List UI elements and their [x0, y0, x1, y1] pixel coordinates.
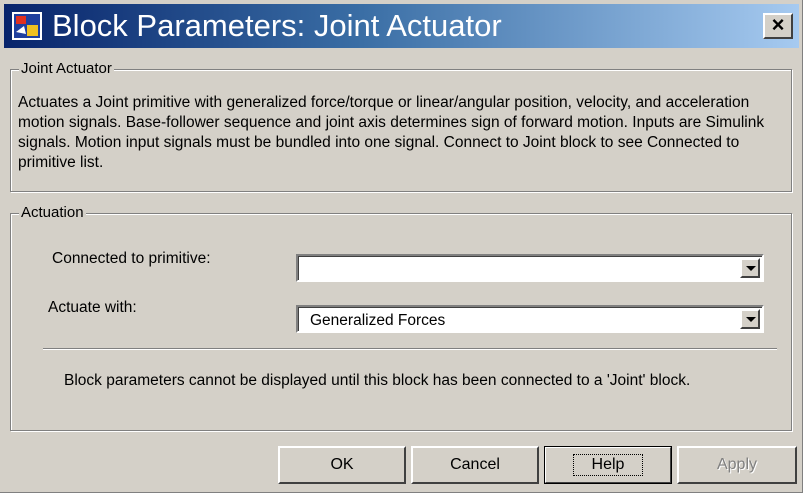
connected-to-primitive-label: Connected to primitive: — [52, 250, 211, 267]
simulink-block-icon — [12, 12, 42, 40]
cancel-button-label: Cancel — [450, 456, 500, 473]
help-button-label: Help — [572, 454, 644, 476]
connected-to-primitive-dropdown[interactable] — [296, 254, 764, 282]
description-text: Actuates a Joint primitive with generali… — [18, 94, 765, 171]
actuate-with-label: Actuate with: — [48, 299, 137, 316]
actuation-group-legend: Actuation — [19, 204, 86, 222]
ok-button[interactable]: OK — [278, 446, 406, 484]
dialog-window: Block Parameters: Joint Actuator × Joint… — [0, 0, 803, 493]
ok-button-label: OK — [330, 456, 354, 473]
close-button[interactable]: × — [763, 13, 793, 39]
chevron-down-icon[interactable] — [740, 309, 760, 329]
window-title: Block Parameters: Joint Actuator — [52, 8, 502, 43]
close-icon: × — [771, 12, 785, 37]
connection-notice: Block parameters cannot be displayed unt… — [64, 372, 691, 389]
chevron-down-icon[interactable] — [740, 258, 760, 278]
actuate-with-dropdown[interactable]: Generalized Forces — [296, 305, 764, 333]
description-group-legend: Joint Actuator — [19, 60, 114, 78]
separator — [43, 348, 777, 350]
apply-button-label: Apply — [716, 456, 758, 473]
cancel-button[interactable]: Cancel — [411, 446, 539, 484]
apply-button[interactable]: Apply — [677, 446, 797, 484]
help-button[interactable]: Help — [544, 446, 672, 484]
actuate-with-value: Generalized Forces — [310, 312, 446, 329]
title-bar[interactable]: Block Parameters: Joint Actuator × — [4, 4, 799, 48]
